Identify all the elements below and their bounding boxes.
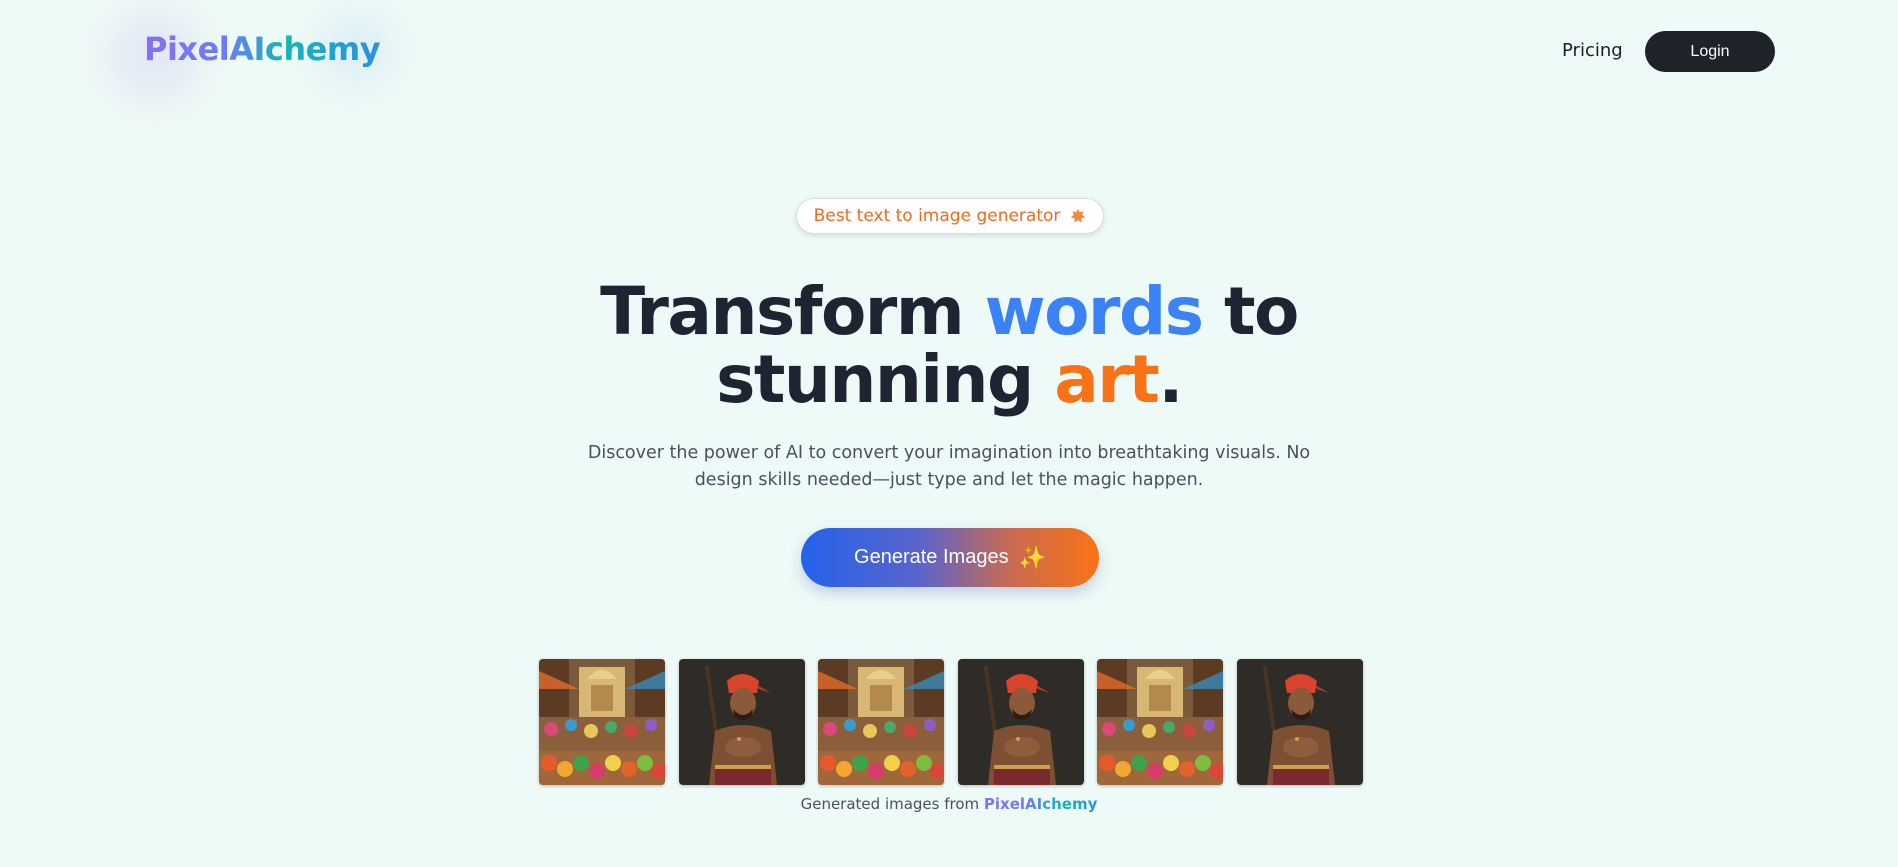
badge-star-icon <box>1070 208 1086 224</box>
headline-text: . <box>1158 341 1183 418</box>
hero-headline: Transform words to stunning art. <box>0 278 1898 414</box>
gallery-caption-text: Generated images from <box>800 795 984 813</box>
gallery-caption: Generated images from PixelAIchemy <box>0 795 1898 813</box>
generate-images-button[interactable]: Generate Images ✨ <box>801 528 1099 587</box>
site-header: PixelAIchemy Pricing Login <box>0 0 1898 104</box>
headline-highlight-words: words <box>984 273 1204 350</box>
gallery-caption-brand: PixelAIchemy <box>983 795 1098 813</box>
site-logo[interactable]: PixelAIchemy <box>144 30 381 68</box>
hero-subtitle: Discover the power of AI to convert your… <box>587 443 1311 490</box>
headline-highlight-art: art <box>1054 341 1160 418</box>
gallery-image-market[interactable] <box>1097 659 1223 785</box>
gallery-image-portrait[interactable] <box>678 659 805 785</box>
headline-line-2: stunning art. <box>0 346 1898 414</box>
headline-text: stunning <box>716 341 1055 418</box>
gallery-image-market[interactable] <box>539 659 665 785</box>
sample-gallery <box>539 659 1363 785</box>
hero-badge: Best text to image generator <box>796 198 1104 234</box>
gallery-image-portrait[interactable] <box>1236 659 1363 785</box>
headline-text: to <box>1202 273 1299 350</box>
headline-text: Transform <box>600 273 985 350</box>
nav-pricing-link[interactable]: Pricing <box>1562 40 1623 61</box>
sparkles-icon: ✨ <box>1018 544 1046 570</box>
generate-images-label: Generate Images <box>854 546 1009 568</box>
headline-line-1: Transform words to <box>0 278 1898 346</box>
hero-badge-label: Best text to image generator <box>813 206 1061 226</box>
gallery-image-portrait[interactable] <box>957 659 1084 785</box>
gallery-image-market[interactable] <box>818 659 944 785</box>
login-button[interactable]: Login <box>1645 31 1775 72</box>
